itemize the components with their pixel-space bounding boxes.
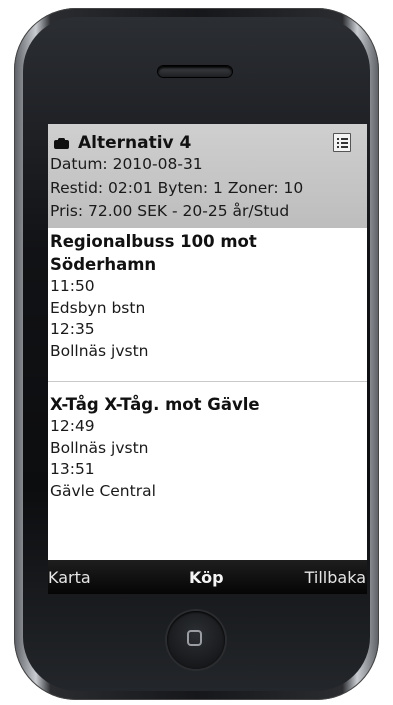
trip-summary-header: Alternativ 4 Datum: 2010-08-31 Restid: 0… xyxy=(48,124,367,228)
softkey-bar: Karta Köp Tillbaka xyxy=(48,560,367,594)
arrival-stop: Bollnäs jvstn xyxy=(50,341,149,360)
trip-leg-title: X-Tåg X-Tåg. mot Gävle xyxy=(50,395,260,414)
back-button[interactable]: Tillbaka xyxy=(305,568,366,587)
departure-time: 11:50 xyxy=(50,277,95,295)
departure-time: 12:49 xyxy=(50,417,95,435)
trip-leg[interactable]: Regionalbuss 100 mot Söderhamn 11:50 Eds… xyxy=(50,230,365,362)
map-button[interactable]: Karta xyxy=(48,568,91,587)
trip-date: Datum: 2010-08-31 xyxy=(50,155,203,173)
page-title: Alternativ 4 xyxy=(78,133,192,153)
app-screen: Alternativ 4 Datum: 2010-08-31 Restid: 0… xyxy=(48,124,367,594)
leg-divider xyxy=(48,381,367,382)
arrival-time: 12:35 xyxy=(50,320,95,338)
arrival-stop: Gävle Central xyxy=(50,481,156,500)
trip-leg[interactable]: X-Tåg X-Tåg. mot Gävle 12:49 Bollnäs jvs… xyxy=(50,393,365,502)
departure-stop: Bollnäs jvstn xyxy=(50,438,149,457)
trip-leg-title: Regionalbuss 100 mot xyxy=(50,232,257,251)
trip-price: Pris: 72.00 SEK - 20-25 år/Stud xyxy=(50,202,290,220)
arrival-time: 13:51 xyxy=(50,460,95,478)
home-button[interactable] xyxy=(167,611,225,669)
buy-button[interactable]: Köp xyxy=(189,568,224,587)
trip-info: Restid: 02:01 Byten: 1 Zoner: 10 xyxy=(50,179,304,197)
trip-leg-title-cont: Söderhamn xyxy=(50,255,157,274)
header-title-row: Alternativ 4 xyxy=(54,132,191,154)
briefcase-icon xyxy=(54,137,69,149)
list-icon[interactable] xyxy=(333,133,351,152)
departure-stop: Edsbyn bstn xyxy=(50,298,146,317)
speaker-grille xyxy=(158,66,232,77)
home-square-icon xyxy=(187,630,202,646)
